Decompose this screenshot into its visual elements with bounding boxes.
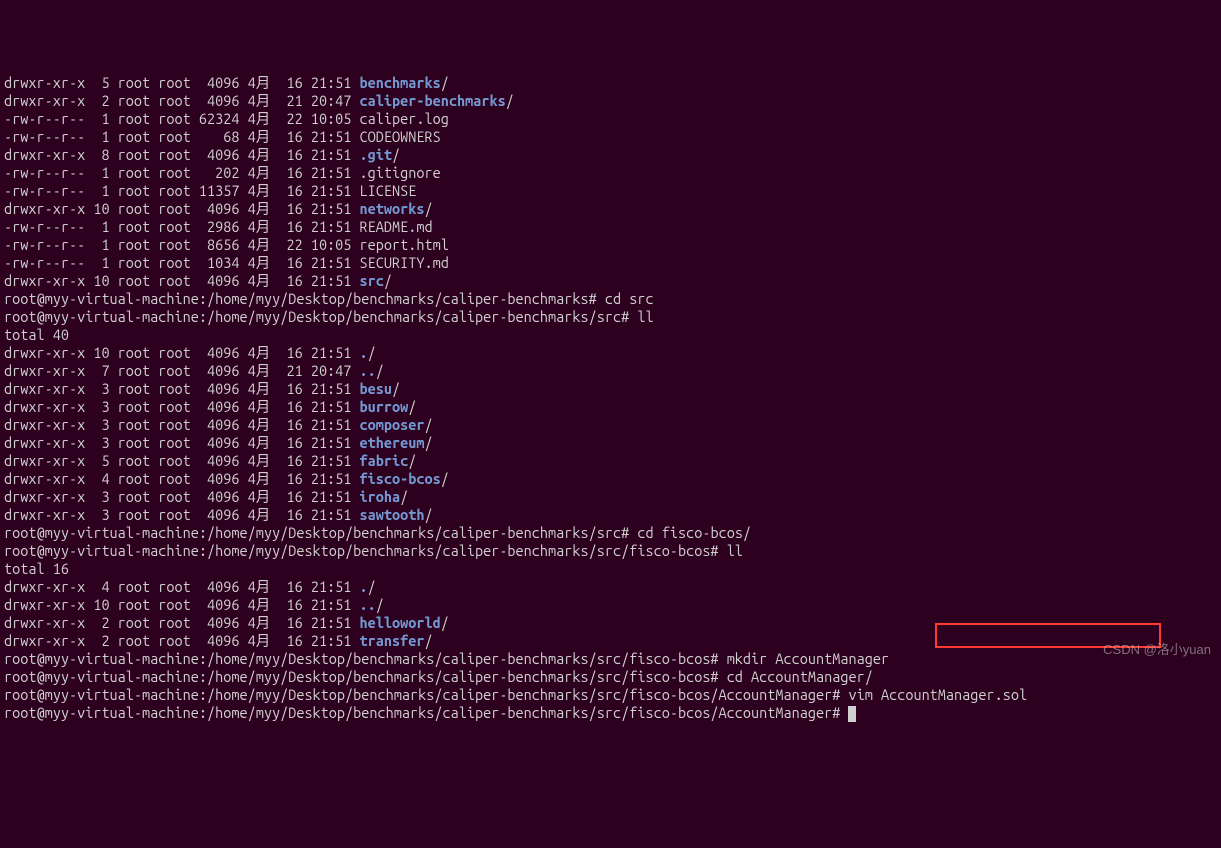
directory-entry: .. bbox=[360, 596, 376, 613]
listing-row: drwxr-xr-x 3 root root 4096 4月 16 21:51 … bbox=[4, 506, 1217, 524]
listing-row: drwxr-xr-x 4 root root 4096 4月 16 21:51 … bbox=[4, 470, 1217, 488]
directory-entry: src bbox=[360, 272, 384, 289]
file-entry: CODEOWNERS bbox=[360, 128, 441, 145]
listing-row: drwxr-xr-x 10 root root 4096 4月 16 21:51… bbox=[4, 272, 1217, 290]
listing-row: drwxr-xr-x 10 root root 4096 4月 16 21:51… bbox=[4, 596, 1217, 614]
listing-row: drwxr-xr-x 2 root root 4096 4月 16 21:51 … bbox=[4, 614, 1217, 632]
prompt-line[interactable]: root@myy-virtual-machine:/home/myy/Deskt… bbox=[4, 308, 1217, 326]
file-entry: README.md bbox=[360, 218, 433, 235]
prompt-line[interactable]: root@myy-virtual-machine:/home/myy/Deskt… bbox=[4, 650, 1217, 668]
directory-entry: benchmarks bbox=[360, 74, 441, 91]
directory-entry: .. bbox=[360, 362, 376, 379]
file-entry: SECURITY.md bbox=[360, 254, 449, 271]
prompt-line[interactable]: root@myy-virtual-machine:/home/myy/Deskt… bbox=[4, 524, 1217, 542]
file-entry: report.html bbox=[360, 236, 449, 253]
listing-row: drwxr-xr-x 8 root root 4096 4月 16 21:51 … bbox=[4, 146, 1217, 164]
file-entry: LICENSE bbox=[360, 182, 417, 199]
watermark: CSDN @洛小yuan bbox=[1103, 641, 1211, 659]
listing-row: drwxr-xr-x 7 root root 4096 4月 21 20:47 … bbox=[4, 362, 1217, 380]
cursor bbox=[848, 706, 856, 722]
directory-entry: . bbox=[360, 344, 368, 361]
file-entry: .gitignore bbox=[360, 164, 441, 181]
listing-row: -rw-r--r-- 1 root root 62324 4月 22 10:05… bbox=[4, 110, 1217, 128]
listing-row: drwxr-xr-x 2 root root 4096 4月 21 20:47 … bbox=[4, 92, 1217, 110]
listing-row: -rw-r--r-- 1 root root 11357 4月 16 21:51… bbox=[4, 182, 1217, 200]
prompt-line[interactable]: root@myy-virtual-machine:/home/myy/Deskt… bbox=[4, 542, 1217, 560]
listing-row: drwxr-xr-x 5 root root 4096 4月 16 21:51 … bbox=[4, 74, 1217, 92]
directory-entry: ethereum bbox=[360, 434, 425, 451]
listing-row: -rw-r--r-- 1 root root 2986 4月 16 21:51 … bbox=[4, 218, 1217, 236]
directory-entry: transfer bbox=[360, 632, 425, 649]
listing-row: drwxr-xr-x 3 root root 4096 4月 16 21:51 … bbox=[4, 398, 1217, 416]
listing-row: -rw-r--r-- 1 root root 68 4月 16 21:51 CO… bbox=[4, 128, 1217, 146]
directory-entry: composer bbox=[360, 416, 425, 433]
listing-row: drwxr-xr-x 4 root root 4096 4月 16 21:51 … bbox=[4, 578, 1217, 596]
listing-row: drwxr-xr-x 5 root root 4096 4月 16 21:51 … bbox=[4, 452, 1217, 470]
directory-entry: besu bbox=[360, 380, 392, 397]
prompt-line[interactable]: root@myy-virtual-machine:/home/myy/Deskt… bbox=[4, 704, 1217, 722]
terminal-output[interactable]: drwxr-xr-x 5 root root 4096 4月 16 21:51 … bbox=[4, 74, 1217, 722]
listing-row: drwxr-xr-x 10 root root 4096 4月 16 21:51… bbox=[4, 344, 1217, 362]
listing-row: drwxr-xr-x 2 root root 4096 4月 16 21:51 … bbox=[4, 632, 1217, 650]
directory-entry: burrow bbox=[360, 398, 409, 415]
listing-row: drwxr-xr-x 3 root root 4096 4月 16 21:51 … bbox=[4, 488, 1217, 506]
file-entry: caliper.log bbox=[360, 110, 449, 127]
listing-row: drwxr-xr-x 3 root root 4096 4月 16 21:51 … bbox=[4, 416, 1217, 434]
total-line: total 16 bbox=[4, 560, 1217, 578]
directory-entry: fisco-bcos bbox=[360, 470, 441, 487]
directory-entry: sawtooth bbox=[360, 506, 425, 523]
prompt-line[interactable]: root@myy-virtual-machine:/home/myy/Deskt… bbox=[4, 668, 1217, 686]
listing-row: drwxr-xr-x 3 root root 4096 4月 16 21:51 … bbox=[4, 380, 1217, 398]
directory-entry: .git bbox=[360, 146, 392, 163]
directory-entry: . bbox=[360, 578, 368, 595]
directory-entry: iroha bbox=[360, 488, 401, 505]
directory-entry: caliper-benchmarks bbox=[360, 92, 506, 109]
listing-row: drwxr-xr-x 3 root root 4096 4月 16 21:51 … bbox=[4, 434, 1217, 452]
directory-entry: fabric bbox=[360, 452, 409, 469]
listing-row: drwxr-xr-x 10 root root 4096 4月 16 21:51… bbox=[4, 200, 1217, 218]
listing-row: -rw-r--r-- 1 root root 202 4月 16 21:51 .… bbox=[4, 164, 1217, 182]
directory-entry: helloworld bbox=[360, 614, 441, 631]
directory-entry: networks bbox=[360, 200, 425, 217]
listing-row: -rw-r--r-- 1 root root 8656 4月 22 10:05 … bbox=[4, 236, 1217, 254]
listing-row: -rw-r--r-- 1 root root 1034 4月 16 21:51 … bbox=[4, 254, 1217, 272]
total-line: total 40 bbox=[4, 326, 1217, 344]
prompt-line[interactable]: root@myy-virtual-machine:/home/myy/Deskt… bbox=[4, 686, 1217, 704]
prompt-line[interactable]: root@myy-virtual-machine:/home/myy/Deskt… bbox=[4, 290, 1217, 308]
